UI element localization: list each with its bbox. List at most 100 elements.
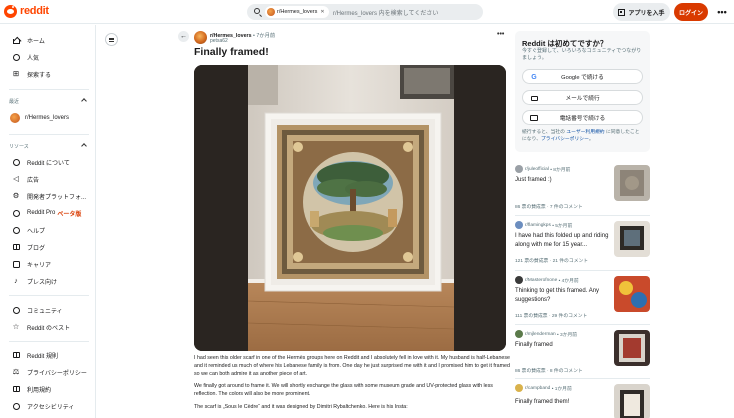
related-post-community[interactable]: r/campband xyxy=(525,386,550,391)
related-post-title[interactable]: Finally framed xyxy=(515,341,609,350)
continue-with-google-button[interactable]: G Google で続ける xyxy=(522,69,643,84)
reddit-logo-text[interactable]: reddit xyxy=(20,5,49,17)
thumbnail-image xyxy=(614,330,650,366)
login-button[interactable]: ログイン xyxy=(674,3,708,21)
thumbnail-image xyxy=(614,384,650,418)
related-post-title[interactable]: Just framed :) xyxy=(515,176,609,185)
framed-scarf-photo xyxy=(194,65,506,351)
sidebar-item-privacy[interactable]: ⚖ プライバシーポリシー xyxy=(12,366,87,378)
explore-icon: ⊞ xyxy=(12,69,20,78)
sidebar-item-terms[interactable]: 利用規約 xyxy=(12,383,51,395)
chart-icon xyxy=(12,209,20,217)
sidebar-item-explore[interactable]: ⊞ 探索する xyxy=(12,68,51,80)
related-post-community[interactable]: r/flamingkps xyxy=(525,223,551,228)
thumbnail-image xyxy=(614,221,650,257)
sidebar-item-label: キャリア xyxy=(27,262,52,269)
post-author[interactable]: petsa62 xyxy=(210,38,228,44)
related-post-meta: r/mjlenderman • 3か月前 xyxy=(515,330,577,338)
google-button-label: Google で続ける xyxy=(561,75,604,81)
help-icon xyxy=(12,226,20,234)
sidebar-item-label: ホーム xyxy=(27,38,45,45)
recent-section-label[interactable]: 最近 xyxy=(9,98,19,105)
related-post-community[interactable]: r/juleofficial xyxy=(525,167,549,172)
related-post-title[interactable]: I have had this folded up and riding alo… xyxy=(515,232,609,249)
chip-close-icon[interactable]: ✕ xyxy=(320,9,324,15)
related-post-meta: r/flamingkps • 5か月前 xyxy=(515,221,572,229)
sidebar-item-rules[interactable]: Reddit 規則 xyxy=(12,349,58,361)
continue-with-email-button[interactable]: メールで続行 xyxy=(522,90,643,105)
continue-with-phone-button[interactable]: 電話番号で続ける xyxy=(522,110,643,125)
related-post-thumbnail[interactable] xyxy=(614,221,650,257)
home-icon xyxy=(12,36,20,44)
sidebar-item-best-of-reddit[interactable]: ☆ Reddit のベスト xyxy=(12,321,71,333)
sidebar-item-help[interactable]: ヘルプ xyxy=(12,224,45,236)
related-post-community[interactable]: r/Masterofnone xyxy=(525,278,557,283)
user-avatar xyxy=(515,384,523,392)
mail-icon xyxy=(530,94,538,102)
related-post[interactable]: r/mjlenderman • 3か月前 Finally framed 86 票… xyxy=(515,330,652,376)
email-button-label: メールで続行 xyxy=(565,96,600,102)
sidebar-item-label: ブログ xyxy=(27,245,46,252)
thumbnail-image xyxy=(614,276,650,312)
related-post-thumbnail[interactable] xyxy=(614,165,650,201)
thumbnail-image xyxy=(614,165,650,201)
user-avatar xyxy=(515,330,523,338)
star-icon: ☆ xyxy=(12,322,20,331)
sidebar-item-ads[interactable]: ◁ 広告 xyxy=(12,173,39,185)
community-icon xyxy=(12,306,20,314)
sidebar-item-reddit-pro[interactable]: Reddit Pro ベータ版 xyxy=(12,207,81,219)
post-title: Finally framed! xyxy=(194,46,269,58)
sidebar-item-developer[interactable]: ⚙ 開発者プラットフォ... xyxy=(12,190,86,202)
code-icon: ⚙ xyxy=(12,191,20,200)
post-more-icon[interactable]: ••• xyxy=(497,31,504,38)
search-chip-label: r/Hermes_lovers xyxy=(277,9,318,15)
sidebar-item-accessibility[interactable]: アクセシビリティ xyxy=(12,400,74,412)
reddit-icon xyxy=(12,158,20,166)
sidebar-item-label: コミュニティ xyxy=(27,308,63,315)
sidebar-item-communities[interactable]: コミュニティ xyxy=(12,304,63,316)
related-post-thumbnail[interactable] xyxy=(614,276,650,312)
phone-button-label: 電話番号で続ける xyxy=(559,116,606,122)
privacy-policy-link[interactable]: プライバシーポリシー xyxy=(541,137,589,142)
sidebar-item-press[interactable]: ♪ プレス向け xyxy=(12,275,57,287)
more-options-icon[interactable]: ••• xyxy=(715,3,729,21)
related-post-time: • 8か月前 xyxy=(550,167,571,173)
search-input[interactable]: r/Hermes_lovers ✕ r/Hermes_lovers 内を検索して… xyxy=(247,4,483,20)
related-divider xyxy=(515,215,650,216)
community-avatar xyxy=(10,113,20,123)
sidebar-item-label: 開発者プラットフォ... xyxy=(27,194,87,201)
resources-section-label[interactable]: リソース xyxy=(9,143,29,150)
search-community-chip[interactable]: r/Hermes_lovers ✕ xyxy=(265,6,329,18)
related-post-title[interactable]: Finally framed them! xyxy=(515,398,609,407)
sidebar-item-label: 広告 xyxy=(27,177,40,184)
related-post-thumbnail[interactable] xyxy=(614,384,650,418)
related-post[interactable]: r/campband • 1か月前 Finally framed them! xyxy=(515,384,652,418)
search-placeholder: r/Hermes_lovers 内を検索してください xyxy=(333,11,439,17)
related-post-title[interactable]: Thinking to get this framed. Any suggest… xyxy=(515,287,609,304)
get-app-button[interactable]: アプリを入手 xyxy=(613,3,670,21)
related-post-thumbnail[interactable] xyxy=(614,330,650,366)
related-post[interactable]: r/juleofficial • 8か月前 Just framed :) 86 … xyxy=(515,165,652,211)
reddit-logo-icon[interactable] xyxy=(4,5,17,18)
sidebar-item-home[interactable]: ホーム xyxy=(12,34,45,46)
qr-code-icon xyxy=(618,8,626,16)
sidebar-item-popular[interactable]: 人気 xyxy=(12,51,39,63)
back-button[interactable]: ← xyxy=(178,31,189,42)
related-post[interactable]: r/Masterofnone • 4か月前 Thinking to get th… xyxy=(515,276,652,322)
briefcase-icon xyxy=(12,260,20,268)
user-agreement-link[interactable]: ユーザー利用規約 xyxy=(566,130,604,135)
sidebar-item-label: プライバシーポリシー xyxy=(27,370,87,377)
related-post-community[interactable]: r/mjlenderman xyxy=(525,332,556,337)
related-post[interactable]: r/flamingkps • 5か月前 I have had this fold… xyxy=(515,221,652,267)
sidebar-item-about[interactable]: Reddit について xyxy=(12,156,70,168)
sidebar-item-recent-community[interactable]: r/Hermes_lovers xyxy=(10,112,69,124)
collapse-sidebar-button[interactable] xyxy=(105,33,118,46)
user-avatar xyxy=(515,221,523,229)
sidebar-divider xyxy=(9,295,89,296)
community-avatar[interactable] xyxy=(194,31,207,44)
post-image[interactable] xyxy=(194,65,506,351)
sidebar-divider xyxy=(9,89,89,90)
related-post-meta: r/juleofficial • 8か月前 xyxy=(515,165,570,173)
sidebar-item-blog[interactable]: ブログ xyxy=(12,241,45,253)
sidebar-item-careers[interactable]: キャリア xyxy=(12,258,51,270)
